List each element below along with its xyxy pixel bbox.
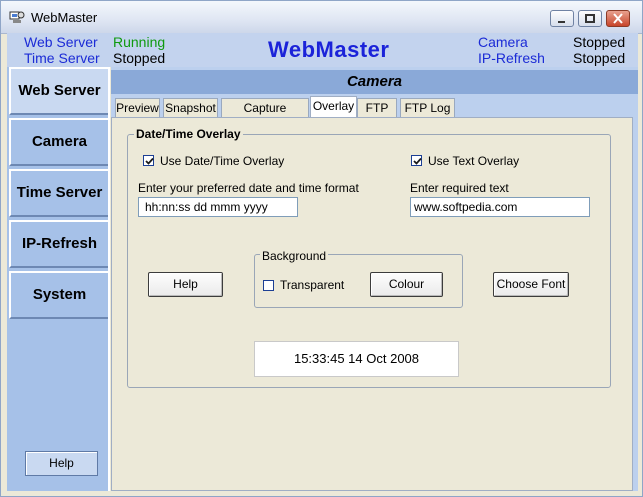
camera-status: Stopped — [573, 34, 626, 50]
web-server-status: Running — [113, 34, 166, 50]
checkmark-icon — [145, 157, 154, 165]
tab-snapshot[interactable]: Snapshot — [163, 98, 218, 117]
camera-label: Camera — [478, 34, 528, 50]
app-window: WebMaster Web Server Running Time Server… — [0, 0, 643, 497]
time-server-label: Time Server — [24, 50, 100, 66]
section-header: Camera — [111, 70, 638, 94]
format-prompt: Enter your preferred date and time forma… — [138, 181, 359, 195]
web-server-label: Web Server — [24, 34, 98, 50]
background-title: Background — [260, 249, 329, 263]
window-title: WebMaster — [31, 10, 98, 25]
group-title: Date/Time Overlay — [134, 127, 243, 141]
text-prompt: Enter required text — [410, 181, 509, 195]
close-button[interactable] — [606, 10, 630, 27]
ip-refresh-label: IP-Refresh — [478, 50, 545, 66]
title-bar[interactable]: WebMaster — [1, 1, 642, 34]
tab-ftp[interactable]: FTP — [357, 98, 397, 117]
tab-capture-options[interactable]: Capture Options — [221, 98, 309, 133]
sidebar-item-time-server[interactable]: Time Server — [9, 169, 108, 217]
datetime-format-input[interactable]: hh:nn:ss dd mmm yyyy — [138, 197, 298, 217]
sidebar-item-camera[interactable]: Camera — [9, 118, 108, 166]
maximize-button[interactable] — [578, 10, 602, 27]
sidebar-help-button[interactable]: Help — [25, 451, 98, 476]
minimize-button[interactable] — [550, 10, 574, 27]
time-server-status: Stopped — [113, 50, 166, 66]
sidebar-item-ip-refresh[interactable]: IP-Refresh — [9, 220, 108, 268]
ip-refresh-status: Stopped — [573, 50, 626, 66]
transparent-label[interactable]: Transparent — [280, 278, 344, 292]
use-datetime-label[interactable]: Use Date/Time Overlay — [160, 154, 284, 168]
minimize-icon — [558, 21, 565, 23]
sidebar-item-system[interactable]: System — [9, 271, 108, 319]
sidebar-item-web-server[interactable]: Web Server — [9, 67, 108, 115]
sidebar: Web Server Camera Time Server IP-Refresh… — [7, 67, 110, 491]
colour-button[interactable]: Colour — [370, 272, 443, 297]
overlay-text-input[interactable]: www.softpedia.com — [410, 197, 590, 217]
checkmark-icon — [413, 157, 422, 165]
tab-ftp-log[interactable]: FTP Log — [400, 98, 455, 117]
transparent-checkbox[interactable] — [263, 280, 274, 291]
tab-overlay[interactable]: Overlay — [310, 96, 357, 118]
app-icon[interactable] — [9, 10, 25, 24]
use-text-checkbox[interactable] — [411, 155, 422, 166]
tab-preview[interactable]: Preview — [115, 98, 160, 117]
close-icon — [613, 13, 623, 24]
overlay-preview: 15:33:45 14 Oct 2008 — [254, 341, 459, 377]
use-datetime-checkbox[interactable] — [143, 155, 154, 166]
maximize-icon — [585, 14, 595, 23]
app-title: WebMaster — [268, 37, 390, 62]
help-button[interactable]: Help — [148, 272, 223, 297]
choose-font-button[interactable]: Choose Font — [493, 272, 569, 297]
use-text-label[interactable]: Use Text Overlay — [428, 154, 519, 168]
